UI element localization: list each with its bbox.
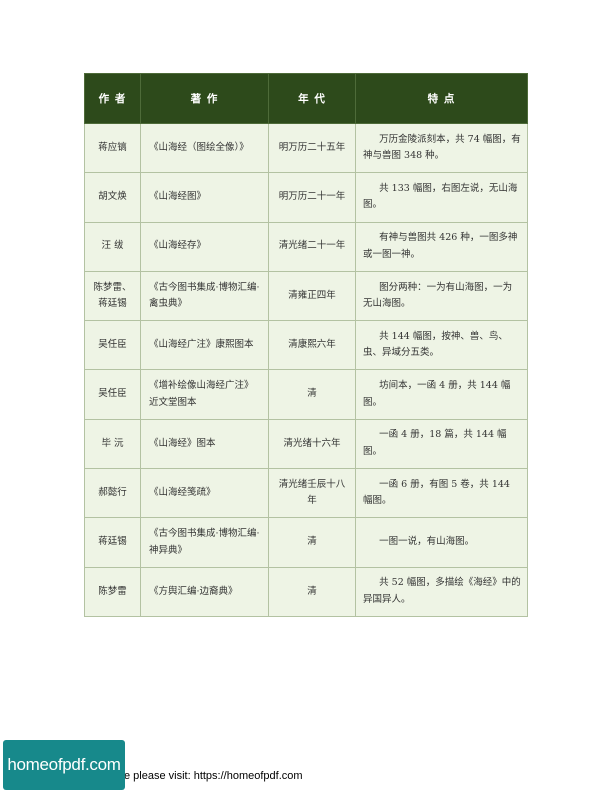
author-cell: 蒋廷锡 xyxy=(84,517,141,568)
table-row: 蒋廷锡 《古今图书集成·博物汇编·神异典》 清 一图一说，有山海图。 xyxy=(84,517,528,568)
features-cell: 一函 4 册，18 篇，共 144 幅图。 xyxy=(355,418,528,470)
author-cell: 吴任臣 xyxy=(84,369,141,420)
pdf-page: 作 者 著 作 年 代 特 点 蒋应镐 《山海经（图绘全像）》 明万历二十五年 … xyxy=(0,0,612,792)
table-row: 毕 沅 《山海经》图本 清光绪十六年 一函 4 册，18 篇，共 144 幅图。 xyxy=(84,418,528,470)
header-features: 特 点 xyxy=(355,73,528,124)
features-cell: 坊间本，一函 4 册，共 144 幅图。 xyxy=(355,369,528,420)
features-cell: 一函 6 册，有图 5 卷，共 144 幅图。 xyxy=(355,468,528,519)
era-cell: 清光绪十六年 xyxy=(268,418,356,470)
era-cell: 清 xyxy=(268,369,356,420)
author-cell: 陈梦雷 xyxy=(84,566,141,617)
header-author: 作 者 xyxy=(84,73,141,124)
author-cell: 毕 沅 xyxy=(84,418,141,470)
work-cell: 《山海经（图绘全像）》 xyxy=(140,122,269,174)
homeofpdf-logo[interactable]: homeofpdf.com xyxy=(3,740,125,790)
work-cell: 《山海经》图本 xyxy=(140,418,269,470)
table-row: 吴任臣 《山海经广注》康熙图本 清康熙六年 共 144 幅图，按神、兽、鸟、虫、… xyxy=(84,320,528,371)
features-cell: 共 144 幅图，按神、兽、鸟、虫、异域分五类。 xyxy=(355,320,528,371)
table-row: 吴任臣 《增补绘像山海经广注》近文堂图本 清 坊间本，一函 4 册，共 144 … xyxy=(84,369,528,420)
visit-link-text[interactable]: e please visit: https://homeofpdf.com xyxy=(124,770,303,782)
features-cell: 一图一说，有山海图。 xyxy=(355,517,528,568)
logo-text: homeofpdf.com xyxy=(7,755,121,774)
era-cell: 清光绪二十一年 xyxy=(268,221,356,272)
era-cell: 清 xyxy=(268,566,356,617)
work-cell: 《山海经笺疏》 xyxy=(140,468,269,519)
features-cell: 有神与兽图共 426 种，一图多神或一图一神。 xyxy=(355,221,528,272)
features-cell: 共 133 幅图，右图左说，无山海图。 xyxy=(355,172,528,223)
era-cell: 明万历二十五年 xyxy=(268,122,356,174)
work-cell: 《方舆汇编·边裔典》 xyxy=(140,566,269,617)
author-cell: 郝懿行 xyxy=(84,468,141,519)
header-era: 年 代 xyxy=(268,73,356,124)
table-row: 汪 绂 《山海经存》 清光绪二十一年 有神与兽图共 426 种，一图多神或一图一… xyxy=(84,221,528,272)
work-cell: 《山海经存》 xyxy=(140,221,269,272)
era-cell: 清雍正四年 xyxy=(268,270,356,322)
work-cell: 《增补绘像山海经广注》近文堂图本 xyxy=(140,369,269,420)
author-cell: 蒋应镐 xyxy=(84,122,141,174)
table-row: 胡文焕 《山海经图》 明万历二十一年 共 133 幅图，右图左说，无山海图。 xyxy=(84,172,528,223)
table-row: 蒋应镐 《山海经（图绘全像）》 明万历二十五年 万历金陵派刻本，共 74 幅图，… xyxy=(84,122,528,174)
features-cell: 共 52 幅图，多描绘《海经》中的异国异人。 xyxy=(355,566,528,617)
work-cell: 《山海经广注》康熙图本 xyxy=(140,320,269,371)
table-row: 郝懿行 《山海经笺疏》 清光绪壬辰十八年 一函 6 册，有图 5 卷，共 144… xyxy=(84,468,528,519)
work-cell: 《古今图书集成·博物汇编·禽虫典》 xyxy=(140,270,269,322)
author-cell: 汪 绂 xyxy=(84,221,141,272)
era-cell: 明万历二十一年 xyxy=(268,172,356,223)
features-cell: 万历金陵派刻本，共 74 幅图，有神与兽图 348 种。 xyxy=(355,122,528,174)
era-cell: 清 xyxy=(268,517,356,568)
work-cell: 《山海经图》 xyxy=(140,172,269,223)
author-cell: 胡文焕 xyxy=(84,172,141,223)
features-cell: 图分两种：一为有山海图，一为无山海图。 xyxy=(355,270,528,322)
header-work: 著 作 xyxy=(140,73,269,124)
era-cell: 清光绪壬辰十八年 xyxy=(268,468,356,519)
table-header-row: 作 者 著 作 年 代 特 点 xyxy=(84,73,528,124)
table-row: 陈梦雷 《方舆汇编·边裔典》 清 共 52 幅图，多描绘《海经》中的异国异人。 xyxy=(84,566,528,617)
table-row: 陈梦雷、蒋廷锡 《古今图书集成·博物汇编·禽虫典》 清雍正四年 图分两种：一为有… xyxy=(84,270,528,322)
era-cell: 清康熙六年 xyxy=(268,320,356,371)
author-cell: 陈梦雷、蒋廷锡 xyxy=(84,270,141,322)
work-cell: 《古今图书集成·博物汇编·神异典》 xyxy=(140,517,269,568)
author-cell: 吴任臣 xyxy=(84,320,141,371)
illustrated-editions-table: 作 者 著 作 年 代 特 点 蒋应镐 《山海经（图绘全像）》 明万历二十五年 … xyxy=(84,73,528,617)
